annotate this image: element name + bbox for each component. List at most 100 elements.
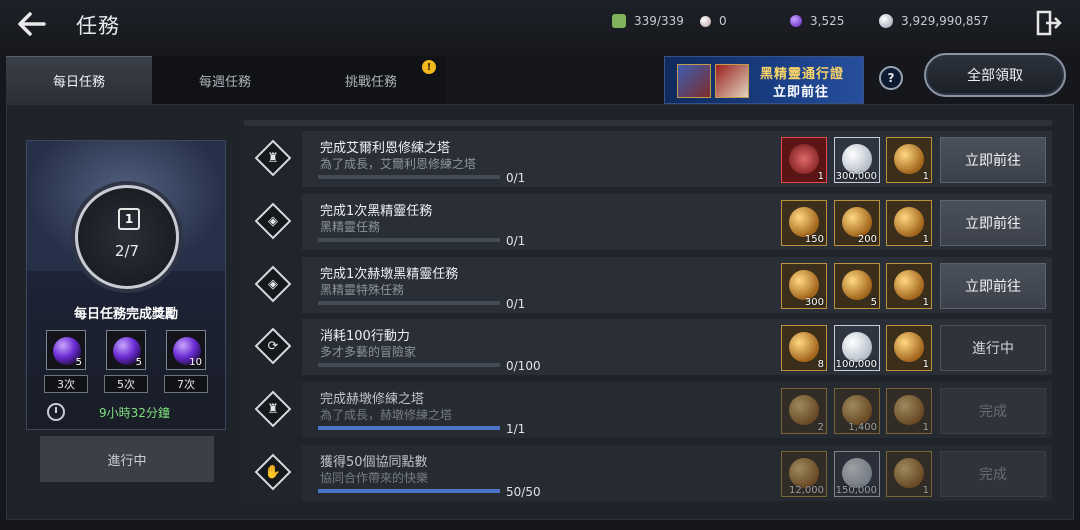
go-now-button[interactable]: 立即前往 (940, 200, 1046, 246)
reward-qty: 100,000 (835, 359, 877, 370)
quest-type-icon: ⟳ (244, 319, 302, 375)
reward-item[interactable]: 1 (886, 137, 932, 183)
dark-elf-pass-banner[interactable]: 黑精靈通行證 立即前往 (664, 56, 864, 104)
reward-qty: 1 (922, 234, 929, 245)
exit-door-icon[interactable] (1036, 10, 1062, 36)
quest-type-icon: ✋ (244, 445, 302, 501)
gold-reward-icon (842, 270, 872, 300)
gold-reward-icon (789, 395, 819, 425)
reward-tier-3[interactable]: 10 (166, 330, 206, 370)
quest-progress-text: 0/1 (506, 171, 526, 185)
reward-item[interactable]: 150,000 (834, 451, 880, 497)
quest-progress-text: 0/100 (506, 359, 541, 373)
quest-progress-text: 0/1 (506, 297, 526, 311)
completed-button[interactable]: 完成 (940, 451, 1046, 497)
quest-type-icon: ♜ (244, 382, 302, 438)
silver-coin-icon (879, 14, 893, 28)
quest-row: ♜ 完成赫墩修練之塔 為了成長，赫墩修練之塔 1/1 2 1,400 1 完成 (244, 382, 1052, 438)
quest-glyph: ♜ (267, 401, 279, 417)
reward-tier-2[interactable]: 5 (106, 330, 146, 370)
quest-row: ✋ 獲得50個協同點數 協同合作帶來的快樂 50/50 12,000 150,0… (244, 445, 1052, 501)
reward-qty: 2 (817, 422, 824, 433)
tab-bar: 每日任務 每週任務 挑戰任務 ! (6, 56, 446, 104)
reward-item[interactable]: 2 (781, 388, 827, 434)
gold-reward-icon (894, 207, 924, 237)
reward-item[interactable]: 100,000 (834, 325, 880, 371)
reward-qty: 5 (75, 357, 82, 368)
gold-reward-icon (842, 395, 872, 425)
in-progress-button[interactable]: 進行中 (940, 325, 1046, 371)
reward-item[interactable]: 1,400 (834, 388, 880, 434)
reward-qty: 1,400 (848, 422, 877, 433)
gold-reward-icon (789, 332, 819, 362)
quest-type-icon: ♜ (244, 131, 302, 187)
quest-title: 完成赫墩修練之塔 (320, 392, 425, 407)
reward-qty: 1 (817, 171, 824, 182)
silver-reward-icon (842, 458, 872, 488)
gold-reward-icon (789, 458, 819, 488)
top-bar: 任務 339/339 0 3,525 3,929,990,857 (0, 0, 1080, 50)
tab-daily[interactable]: 每日任務 (6, 56, 152, 104)
reward-item[interactable]: 1 (886, 263, 932, 309)
reset-timer: 9小時32分鐘 (99, 406, 170, 420)
reward-card-title: 每日任務完成獎勵 (73, 307, 178, 322)
tab-weekly[interactable]: 每週任務 (152, 56, 298, 104)
reward-status-button[interactable]: 進行中 (40, 436, 214, 482)
reward-qty: 5 (870, 297, 877, 308)
reward-item[interactable]: 1 (886, 200, 932, 246)
reward-qty: 1 (922, 422, 929, 433)
quest-subtitle: 黑精靈任務 (320, 220, 381, 234)
quest-title: 完成1次黑精靈任務 (320, 204, 433, 219)
silver-reward-icon (842, 332, 872, 362)
gold-reward-icon (894, 144, 924, 174)
reward-item[interactable]: 300 (781, 263, 827, 309)
reward-item[interactable]: 150 (781, 200, 827, 246)
reward-item[interactable]: 1 (781, 137, 827, 183)
quest-title: 完成1次赫墩黑精靈任務 (320, 267, 459, 282)
gold-reward-icon (894, 332, 924, 362)
promo-action: 立即前往 (773, 85, 830, 100)
quest-progress-bar (318, 489, 500, 493)
reward-tier-1[interactable]: 5 (46, 330, 86, 370)
reward-qty: 150 (804, 234, 824, 245)
quest-glyph: ◈ (268, 276, 278, 292)
pearl-icon (700, 15, 711, 27)
claim-all-button[interactable]: 全部領取 (924, 53, 1066, 97)
daily-reward-card: 1 2/7 每日任務完成獎勵 5 5 10 3次 5次 7次 9小時32分鐘 (26, 140, 226, 430)
quest-scroll-icon: 1 (118, 208, 140, 230)
completed-button[interactable]: 完成 (940, 388, 1046, 434)
pass-item-icon (677, 64, 711, 98)
reward-item[interactable]: 8 (781, 325, 827, 371)
reward-qty: 1 (922, 297, 929, 308)
gold-reward-icon (894, 395, 924, 425)
reward-item[interactable]: 1 (886, 388, 932, 434)
go-now-button[interactable]: 立即前往 (940, 137, 1046, 183)
quest-glyph: ⟳ (267, 338, 279, 354)
quest-subtitle: 為了成長，艾爾利恩修練之塔 (320, 157, 477, 171)
back-arrow-icon[interactable] (14, 8, 50, 40)
resource-value: 339/339 (634, 14, 684, 28)
reward-qty: 1 (922, 171, 929, 182)
quest-subtitle: 黑精靈特殊任務 (320, 283, 405, 297)
page-title: 任務 (76, 14, 120, 38)
tab-challenge[interactable]: 挑戰任務 ! (298, 56, 444, 104)
quest-title: 完成艾爾利恩修練之塔 (320, 141, 451, 156)
pass-item-icon (715, 64, 749, 98)
reward-item[interactable]: 12,000 (781, 451, 827, 497)
quest-type-icon: ◈ (244, 257, 302, 313)
completion-count: 2/7 (114, 242, 140, 260)
reward-item[interactable]: 1 (886, 325, 932, 371)
resource-energy: 339/339 (612, 12, 684, 30)
quest-subtitle: 為了成長，赫墩修練之塔 (320, 408, 453, 422)
reward-item[interactable]: 5 (834, 263, 880, 309)
red-reward-icon (789, 144, 819, 174)
tier-threshold: 7次 (164, 375, 208, 393)
quest-row: ◈ 完成1次赫墩黑精靈任務 黑精靈特殊任務 0/1 300 5 1 立即前往 (244, 257, 1052, 313)
reward-item[interactable]: 1 (886, 451, 932, 497)
go-now-button[interactable]: 立即前往 (940, 263, 1046, 309)
quest-title: 消耗100行動力 (320, 329, 410, 344)
quest-subtitle: 多才多藝的冒險家 (320, 345, 417, 359)
reward-item[interactable]: 200 (834, 200, 880, 246)
help-icon[interactable]: ? (879, 66, 903, 90)
reward-item[interactable]: 300,000 (834, 137, 880, 183)
